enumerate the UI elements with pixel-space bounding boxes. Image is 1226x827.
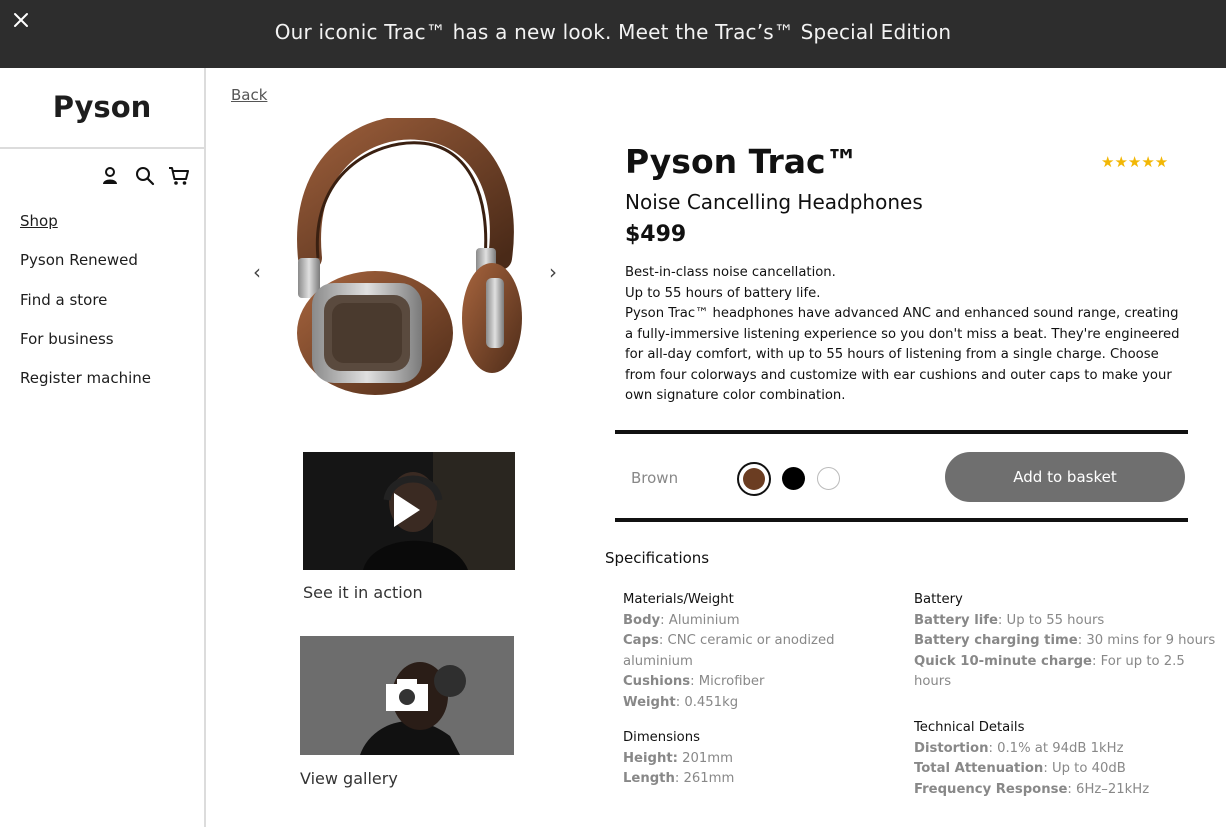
search-icon[interactable]: [135, 166, 155, 186]
spec-row: Cushions: Microfiber: [623, 674, 765, 689]
description-line: Best-in-class noise cancellation.: [625, 265, 836, 280]
carousel-prev-icon[interactable]: ‹: [253, 260, 261, 284]
gallery-thumbnail[interactable]: [300, 636, 514, 755]
spec-group-heading: Battery: [914, 592, 963, 607]
banner-text[interactable]: Our iconic Trac™ has a new look. Meet th…: [0, 20, 1226, 44]
divider: [615, 430, 1188, 434]
sidebar-nav: Shop Pyson Renewed Find a store For busi…: [20, 212, 151, 408]
spec-row: Quick 10-minute charge: For up to 2.5 ho…: [914, 653, 1185, 690]
spec-row: Height: 201mm: [623, 750, 733, 766]
user-icon[interactable]: [101, 166, 119, 186]
product-subtitle: Noise Cancelling Headphones: [625, 190, 923, 214]
back-link[interactable]: Back: [231, 86, 267, 104]
sidebar-divider: [0, 147, 204, 149]
sidebar-item-for-business[interactable]: For business: [20, 330, 151, 369]
spec-row: Battery life: Up to 55 hours: [914, 612, 1105, 628]
spec-row: Frequency Response: 6Hz–21kHz: [914, 781, 1150, 797]
sidebar: Pyson Shop Pyson Renewed Find a store Fo…: [0, 68, 206, 827]
spec-row: Distortion: 0.1% at 94dB 1kHz: [914, 740, 1124, 756]
spec-group-battery: Battery Battery life: Up to 55 hours Bat…: [914, 590, 1219, 693]
brand-logo[interactable]: Pyson: [0, 90, 204, 124]
spec-row: Caps: CNC ceramic or anodized aluminium: [623, 633, 835, 669]
video-thumbnail[interactable]: [303, 452, 515, 570]
color-swatch-black[interactable]: [782, 467, 805, 490]
product-price: $499: [625, 222, 687, 247]
description-paragraph: Pyson Trac™ headphones have advanced ANC…: [625, 306, 1180, 403]
add-to-basket-button[interactable]: Add to basket: [945, 452, 1185, 502]
product-title: Pyson Trac™: [625, 142, 859, 181]
spec-group-materials: Materials/Weight Body: Aluminium Caps: C…: [623, 590, 878, 713]
rating-stars[interactable]: ★★★★★: [1101, 153, 1168, 171]
carousel-next-icon[interactable]: ›: [549, 260, 557, 284]
selected-color-label: Brown: [631, 469, 679, 487]
spec-group-heading: Dimensions: [623, 730, 700, 745]
spec-row: Total Attenuation: Up to 40dB: [914, 761, 1126, 776]
spec-group-technical: Technical Details Distortion: 0.1% at 94…: [914, 718, 1219, 800]
announcement-banner: Our iconic Trac™ has a new look. Meet th…: [0, 0, 1226, 68]
product-image: [297, 118, 522, 395]
spec-row: Weight: 0.451kg: [623, 694, 739, 710]
spec-group-dimensions: Dimensions Height: 201mm Length: 261mm: [623, 728, 878, 790]
product-description: Best-in-class noise cancellation. Up to …: [625, 263, 1185, 407]
description-line: Up to 55 hours of battery life.: [625, 285, 821, 301]
specifications-heading: Specifications: [605, 549, 710, 567]
swatch-fill: [743, 468, 765, 490]
spec-group-heading: Technical Details: [914, 720, 1025, 735]
spec-row: Length: 261mm: [623, 771, 735, 786]
camera-icon[interactable]: [385, 678, 429, 712]
sidebar-item-register-machine[interactable]: Register machine: [20, 369, 151, 408]
video-label[interactable]: See it in action: [303, 583, 423, 602]
color-swatch-brown[interactable]: [737, 462, 771, 496]
color-swatch-white[interactable]: [817, 467, 840, 490]
spec-group-heading: Materials/Weight: [623, 592, 734, 607]
play-icon[interactable]: [392, 491, 422, 529]
spec-row: Body: Aluminium: [623, 612, 740, 628]
gallery-label[interactable]: View gallery: [300, 769, 398, 788]
divider: [615, 518, 1188, 522]
sidebar-item-pyson-renewed[interactable]: Pyson Renewed: [20, 251, 151, 290]
spec-row: Battery charging time: 30 mins for 9 hou…: [914, 633, 1216, 648]
sidebar-item-shop[interactable]: Shop: [20, 212, 151, 251]
sidebar-item-find-a-store[interactable]: Find a store: [20, 291, 151, 330]
cart-icon[interactable]: [168, 166, 190, 186]
